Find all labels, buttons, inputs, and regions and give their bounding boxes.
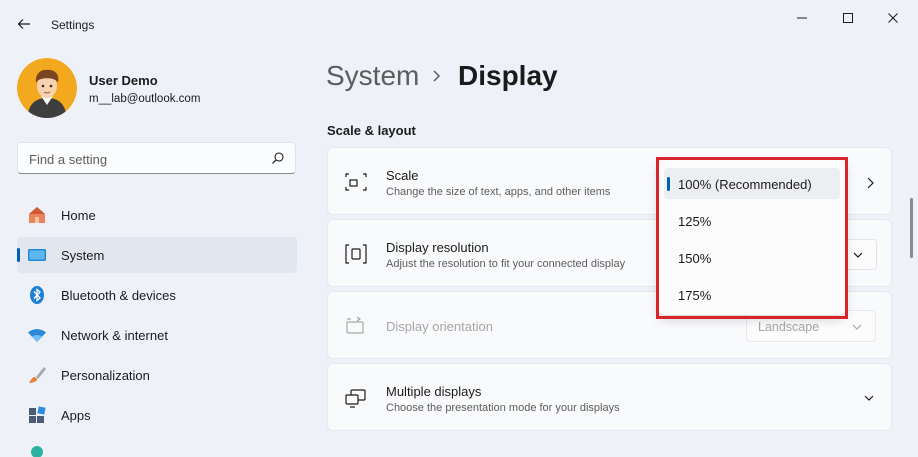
- minimize-button[interactable]: [790, 8, 814, 28]
- orientation-icon: [346, 316, 364, 334]
- brush-icon: [29, 367, 46, 383]
- wifi-icon: [28, 329, 46, 342]
- sidebar-item-system[interactable]: System: [17, 237, 297, 273]
- system-icon: [28, 249, 46, 261]
- search-input[interactable]: Find a setting: [17, 142, 296, 174]
- avatar[interactable]: [17, 58, 77, 118]
- scrollbar[interactable]: [910, 198, 913, 258]
- highlight-box: [656, 157, 848, 319]
- sidebar-item-label: Apps: [61, 408, 91, 423]
- sidebar-item-network[interactable]: Network & internet: [17, 317, 297, 353]
- sidebar-item-bluetooth[interactable]: Bluetooth & devices: [17, 277, 297, 313]
- search-icon[interactable]: [271, 151, 285, 165]
- chevron-right-icon: [867, 177, 874, 189]
- scale-icon: [345, 173, 367, 191]
- sidebar-item-label: Network & internet: [61, 328, 168, 343]
- sidebar-item-label: System: [61, 248, 105, 263]
- back-button[interactable]: [12, 12, 36, 36]
- back-arrow-icon: [17, 19, 30, 29]
- maximize-button[interactable]: [836, 8, 860, 28]
- sidebar-item-label: Home: [61, 208, 96, 223]
- resolution-icon: [345, 244, 367, 264]
- scale-description: Change the size of text, apps, and other…: [386, 186, 611, 198]
- maximize-icon: [843, 13, 853, 23]
- settings-window: Settings User Demo m__lab@outlook.com Fi…: [0, 0, 918, 457]
- multiple-displays-icon: [345, 389, 366, 408]
- sidebar-item-personalization[interactable]: Personalization: [17, 357, 297, 393]
- section-title: Scale & layout: [327, 123, 416, 138]
- selection-indicator: [17, 248, 20, 262]
- multiple-displays-title: Multiple displays: [386, 384, 482, 399]
- apps-icon: [29, 406, 46, 423]
- orientation-title: Display orientation: [386, 319, 493, 334]
- sidebar-item-label: Bluetooth & devices: [61, 288, 176, 303]
- close-icon: [888, 13, 898, 23]
- sidebar-item-apps[interactable]: Apps: [17, 397, 297, 433]
- scale-title: Scale: [386, 168, 419, 183]
- user-email: m__lab@outlook.com: [89, 93, 201, 105]
- multiple-displays-card[interactable]: Multiple displays Choose the presentatio…: [327, 363, 892, 431]
- chevron-down-icon: [864, 395, 874, 401]
- multiple-displays-description: Choose the presentation mode for your di…: [386, 402, 620, 414]
- minimize-icon: [797, 17, 807, 19]
- close-button[interactable]: [881, 8, 905, 28]
- next-nav-icon: [31, 446, 43, 457]
- page-title: Display: [458, 60, 558, 91]
- breadcrumb-parent[interactable]: System: [326, 60, 419, 92]
- resolution-title: Display resolution: [386, 240, 489, 255]
- chevron-down-icon: [852, 324, 862, 330]
- sidebar-item-home[interactable]: Home: [17, 197, 297, 233]
- sidebar-item-label: Personalization: [61, 368, 150, 383]
- home-icon: [29, 207, 45, 223]
- app-title: Settings: [51, 18, 95, 32]
- search-placeholder: Find a setting: [29, 152, 108, 167]
- chevron-down-icon: [853, 252, 863, 258]
- bluetooth-icon: [30, 286, 44, 304]
- orientation-value: Landscape: [758, 320, 820, 334]
- chevron-right-icon: [433, 70, 441, 82]
- user-name: User Demo: [89, 73, 158, 88]
- title-bar: Settings: [0, 0, 918, 40]
- resolution-description: Adjust the resolution to fit your connec…: [386, 258, 626, 270]
- user-avatar-icon: [17, 58, 77, 118]
